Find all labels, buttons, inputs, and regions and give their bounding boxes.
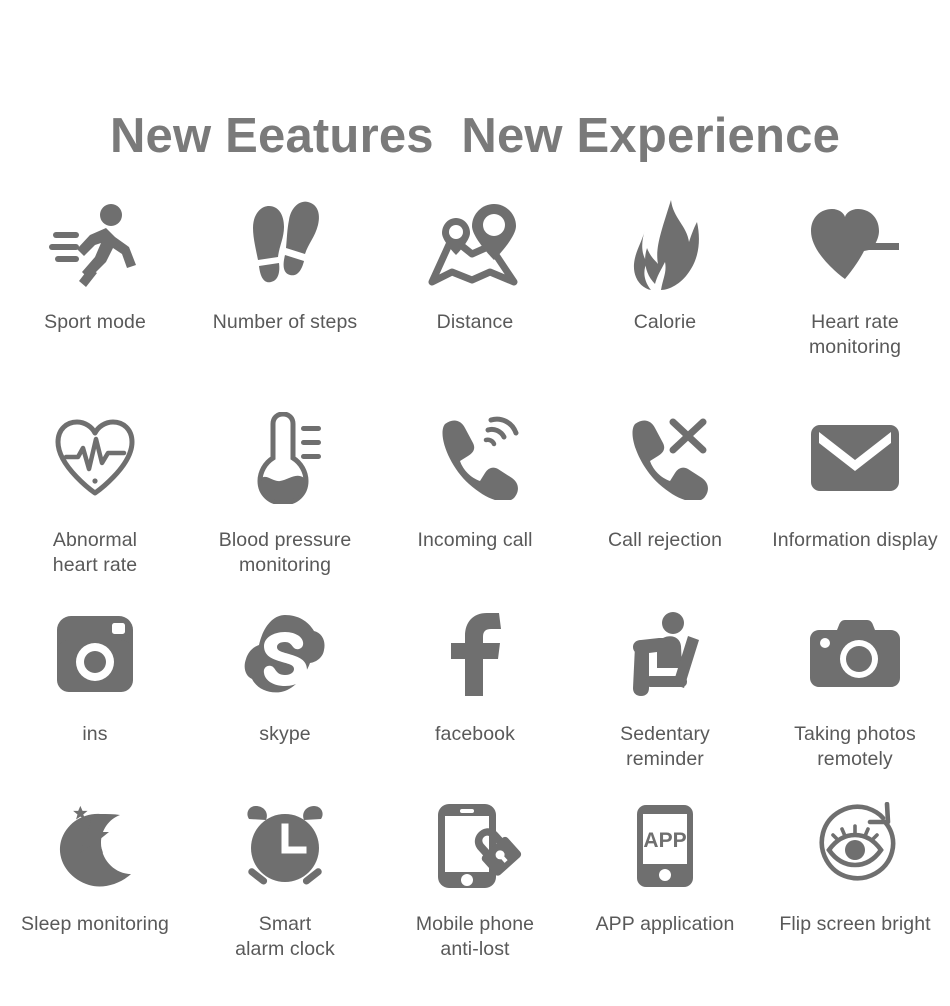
feature-item-distance[interactable]: Distance: [380, 196, 570, 396]
skype-icon: [236, 606, 334, 702]
feature-label: APP application: [595, 913, 735, 935]
feature-label: Smart alarm clock: [235, 913, 335, 960]
app-phone-icon: APP: [616, 798, 714, 894]
phone-ringing-icon: [426, 410, 524, 506]
flame-icon: [616, 198, 714, 294]
feature-item-sleep-monitoring[interactable]: Sleep monitoring: [0, 784, 190, 974]
heart-pulse-filled-icon: [806, 198, 904, 294]
feature-label: Incoming call: [417, 529, 533, 551]
feature-item-mobile-phone-anti-lost[interactable]: Mobile phone anti-lost: [380, 784, 570, 974]
phone-lock-icon: [426, 798, 524, 894]
feature-label: Flip screen bright: [779, 913, 931, 935]
seated-person-icon: [616, 606, 714, 702]
feature-label: Sedentary reminder: [620, 723, 710, 770]
feature-label: ins: [82, 723, 108, 745]
feature-item-smart-alarm-clock[interactable]: Smart alarm clock: [190, 784, 380, 974]
instagram-icon: [46, 606, 144, 702]
feature-row: Sport mode Number of steps Distance Calo…: [0, 196, 950, 396]
page-title-container: New Eeatures New Experience: [0, 78, 950, 195]
feature-item-heart-rate-monitoring[interactable]: Heart rate monitoring: [760, 196, 950, 396]
feature-label: Distance: [436, 311, 514, 333]
feature-label: Number of steps: [212, 311, 358, 333]
feature-item-abnormal-heart-rate[interactable]: Abnormal heart rate: [0, 396, 190, 592]
heart-ecg-outline-icon: [46, 410, 144, 506]
feature-item-sedentary-reminder[interactable]: Sedentary reminder: [570, 592, 760, 784]
feature-label: Abnormal heart rate: [52, 529, 138, 576]
feature-label: Heart rate monitoring: [808, 311, 902, 358]
feature-label: skype: [259, 723, 311, 745]
feature-item-blood-pressure-monitoring[interactable]: Blood pressure monitoring: [190, 396, 380, 592]
feature-row: Sleep monitoring Smart alarm clock Mobil…: [0, 784, 950, 974]
feature-item-information-display[interactable]: Information display: [760, 396, 950, 592]
feature-item-facebook[interactable]: facebook: [380, 592, 570, 784]
feature-row: Abnormal heart rate Blood pressure monit…: [0, 396, 950, 592]
feature-label: Calorie: [633, 311, 697, 333]
feature-item-incoming-call[interactable]: Incoming call: [380, 396, 570, 592]
feature-label: Sleep monitoring: [21, 913, 169, 935]
feature-item-skype[interactable]: skype: [190, 592, 380, 784]
feature-label: Taking photos remotely: [794, 723, 916, 770]
feature-item-call-rejection[interactable]: Call rejection: [570, 396, 760, 592]
feature-item-ins[interactable]: ins: [0, 592, 190, 784]
feature-label: Mobile phone anti-lost: [415, 913, 535, 960]
phone-reject-icon: [616, 410, 714, 506]
camera-icon: [806, 606, 904, 702]
feature-item-sport-mode[interactable]: Sport mode: [0, 196, 190, 396]
map-pins-icon: [426, 198, 524, 294]
feature-item-calorie[interactable]: Calorie: [570, 196, 760, 396]
facebook-icon: [426, 606, 524, 702]
footprints-icon: [236, 198, 334, 294]
feature-grid: Sport mode Number of steps Distance Calo…: [0, 196, 950, 974]
eye-rotate-icon: [806, 798, 904, 894]
page-title: New Eeatures New Experience: [109, 108, 841, 163]
feature-item-taking-photos-remotely[interactable]: Taking photos remotely: [760, 592, 950, 784]
feature-label: Blood pressure monitoring: [218, 529, 352, 576]
running-person-icon: [46, 198, 144, 294]
feature-label: facebook: [435, 723, 515, 745]
feature-overview-page: New Eeatures New Experience Sport mode N…: [0, 0, 950, 1006]
moon-stars-icon: [46, 798, 144, 894]
feature-row: ins skype facebook Sedentary reminder Ta…: [0, 592, 950, 784]
thermometer-icon: [236, 410, 334, 506]
feature-label: Information display: [772, 529, 938, 551]
feature-label: Sport mode: [44, 311, 146, 333]
feature-label: Call rejection: [607, 529, 723, 551]
app-glyph-text: APP: [643, 829, 686, 852]
feature-item-flip-screen-bright[interactable]: Flip screen bright: [760, 784, 950, 974]
alarm-clock-icon: [236, 798, 334, 894]
envelope-icon: [806, 410, 904, 506]
feature-item-number-of-steps[interactable]: Number of steps: [190, 196, 380, 396]
feature-item-app-application[interactable]: APP APP application: [570, 784, 760, 974]
